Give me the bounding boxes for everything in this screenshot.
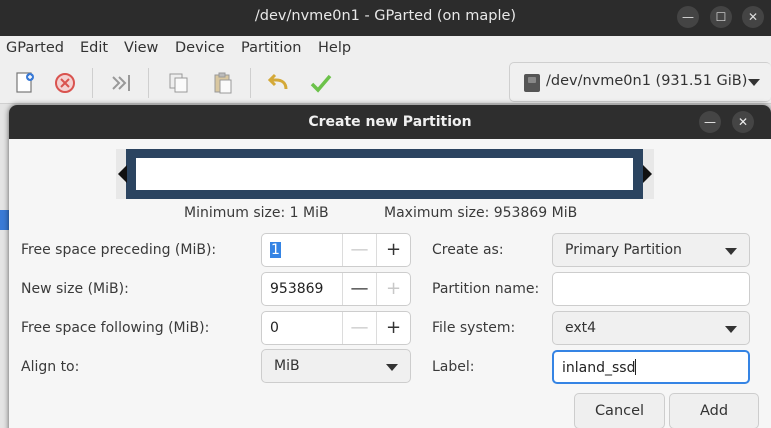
- menu-edit[interactable]: Edit: [80, 40, 108, 56]
- chevron-down-icon: [386, 364, 398, 371]
- decrement-button[interactable]: —: [342, 273, 376, 305]
- free-following-value[interactable]: 0: [270, 320, 279, 336]
- undo-icon[interactable]: [266, 70, 292, 96]
- align-to-value: MiB: [274, 358, 300, 374]
- free-following-label: Free space following (MiB):: [21, 320, 210, 336]
- decrement-button[interactable]: —: [342, 312, 376, 344]
- file-system-value: ext4: [565, 320, 597, 336]
- dialog-titlebar: Create new Partition — ✕: [9, 105, 771, 139]
- text-cursor: [635, 359, 637, 375]
- window-title: /dev/nvme0n1 - GParted (on maple): [254, 8, 517, 24]
- increment-button[interactable]: +: [376, 312, 410, 344]
- create-as-combo[interactable]: Primary Partition: [552, 233, 750, 267]
- label-input[interactable]: inland_ssd: [552, 350, 750, 384]
- partition-name-label: Partition name:: [432, 281, 540, 297]
- device-selector[interactable]: /dev/nvme0n1 (931.51 GiB): [509, 62, 771, 102]
- toolbar-separator: [92, 68, 93, 98]
- chevron-down-icon: [748, 79, 760, 86]
- menu-device[interactable]: Device: [175, 40, 225, 56]
- free-preceding-value[interactable]: 1: [270, 242, 281, 258]
- cancel-button[interactable]: Cancel: [574, 393, 665, 428]
- copy-icon[interactable]: [166, 70, 192, 96]
- resize-handle-left-icon[interactable]: [118, 165, 127, 183]
- free-preceding-label: Free space preceding (MiB):: [21, 242, 217, 258]
- chevron-down-icon: [725, 326, 737, 333]
- maximize-button[interactable]: ☐: [710, 6, 732, 28]
- label-label: Label:: [432, 359, 475, 375]
- menu-help[interactable]: Help: [318, 40, 351, 56]
- maximum-size-label: Maximum size: 953869 MiB: [384, 205, 578, 221]
- create-as-label: Create as:: [432, 242, 504, 258]
- paste-icon[interactable]: [210, 70, 236, 96]
- menu-view[interactable]: View: [124, 40, 158, 56]
- device-label: /dev/nvme0n1 (931.51 GiB): [546, 73, 748, 89]
- align-to-combo[interactable]: MiB: [261, 349, 411, 383]
- chevron-down-icon: [725, 248, 737, 255]
- minimum-size-label: Minimum size: 1 MiB: [184, 205, 329, 221]
- free-preceding-spinner[interactable]: 1 — +: [261, 233, 411, 267]
- menu-gparted[interactable]: GParted: [6, 40, 64, 56]
- new-partition-icon[interactable]: [12, 70, 38, 96]
- partition-resizer-space: [136, 158, 633, 190]
- create-partition-dialog: Create new Partition — ✕ Minimum size: 1…: [9, 105, 771, 428]
- file-system-label: File system:: [432, 320, 516, 336]
- delete-icon[interactable]: [52, 70, 78, 96]
- increment-button[interactable]: +: [376, 234, 410, 266]
- apply-check-icon[interactable]: [308, 70, 334, 96]
- new-size-value[interactable]: 953869: [270, 281, 323, 297]
- increment-button[interactable]: +: [376, 273, 410, 305]
- minimize-button[interactable]: —: [677, 6, 699, 28]
- menu-partition[interactable]: Partition: [241, 40, 301, 56]
- resize-move-icon[interactable]: [108, 70, 134, 96]
- dialog-minimize-button[interactable]: —: [699, 111, 721, 133]
- partition-name-input[interactable]: [552, 272, 750, 306]
- decrement-button[interactable]: —: [342, 234, 376, 266]
- toolbar-separator: [148, 68, 149, 98]
- disk-icon: [524, 74, 540, 92]
- toolbar: /dev/nvme0n1 (931.51 GiB): [0, 62, 771, 104]
- dialog-close-button[interactable]: ✕: [732, 111, 754, 133]
- free-following-spinner[interactable]: 0 — +: [261, 311, 411, 345]
- file-system-combo[interactable]: ext4: [552, 311, 750, 345]
- align-to-label: Align to:: [21, 359, 80, 375]
- new-size-spinner[interactable]: 953869 — +: [261, 272, 411, 306]
- menubar: GParted Edit View Device Partition Help: [0, 36, 771, 62]
- new-size-label: New size (MiB):: [21, 281, 129, 297]
- dialog-title: Create new Partition: [308, 114, 472, 130]
- create-as-value: Primary Partition: [565, 242, 682, 258]
- label-value: inland_ssd: [562, 359, 637, 376]
- close-button[interactable]: ✕: [742, 6, 764, 28]
- toolbar-separator: [250, 68, 251, 98]
- label-text: inland_ssd: [562, 360, 636, 376]
- resize-handle-right-icon[interactable]: [643, 165, 652, 183]
- main-titlebar: /dev/nvme0n1 - GParted (on maple) — ☐ ✕: [0, 0, 771, 36]
- add-button[interactable]: Add: [669, 393, 759, 428]
